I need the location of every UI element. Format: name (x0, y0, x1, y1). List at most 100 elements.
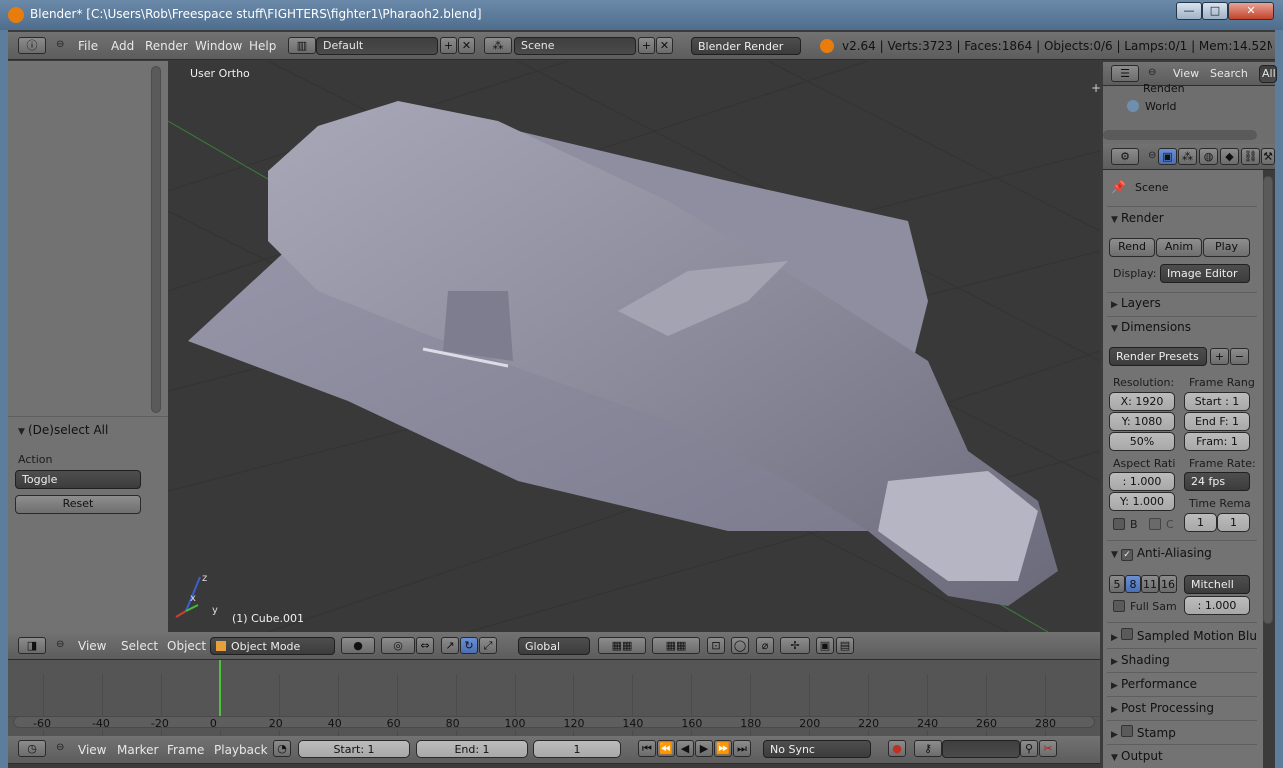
editor-type-properties-icon[interactable]: ⚙ (1111, 148, 1139, 165)
translate-icon[interactable]: ↗ (441, 637, 459, 654)
sync-select[interactable]: No Sync (763, 740, 871, 758)
aa-samples-11[interactable]: 11 (1141, 575, 1159, 593)
properties-scrollbar[interactable] (1263, 176, 1273, 624)
preview-range-icon[interactable]: ◔ (273, 740, 291, 757)
outliner-hscrollbar[interactable] (1103, 130, 1257, 140)
resolution-percentage-field[interactable]: 50% (1109, 432, 1175, 451)
animation-button[interactable]: Anim (1156, 238, 1202, 257)
render-anim-icon[interactable]: ▤ (836, 637, 854, 654)
close-button[interactable]: ✕ (1228, 2, 1274, 20)
collapse-icon[interactable]: ⊖ (56, 742, 64, 753)
current-frame-line[interactable] (218, 660, 221, 716)
toolshelf-scrollbar[interactable] (151, 66, 161, 413)
collapse-icon[interactable]: ⊖ (56, 39, 64, 50)
scale-icon[interactable]: ⤢ (479, 637, 497, 654)
viewport-plus-icon[interactable]: + (1091, 81, 1100, 95)
stamp-panel-header[interactable]: ▶ Stamp (1111, 725, 1176, 740)
outliner-filter-select[interactable]: All (1259, 65, 1277, 83)
scene-field[interactable]: Scene (514, 37, 636, 55)
time-remap-old-field[interactable]: 1 (1184, 513, 1217, 532)
layers-grid-2[interactable]: ▦▦ (652, 637, 700, 654)
maximize-button[interactable]: □ (1202, 2, 1228, 20)
performance-panel-header[interactable]: ▶ Performance (1111, 677, 1197, 691)
stamp-checkbox[interactable] (1121, 725, 1133, 737)
aa-samples-5[interactable]: 5 (1109, 575, 1125, 593)
aspect-x-field[interactable]: : 1.000 (1109, 472, 1175, 491)
delete-keyframe-icon[interactable]: ✂ (1039, 740, 1057, 757)
jump-start-icon[interactable]: ⏮ (638, 740, 656, 757)
play-button[interactable]: Play (1203, 238, 1250, 257)
3d-viewport[interactable]: + User Ortho (1) Cube.001 y x z (168, 61, 1100, 632)
menu-add[interactable]: Add (111, 32, 134, 60)
collapse-icon[interactable]: ⊖ (1148, 67, 1156, 78)
screen-layout-field[interactable]: Default (316, 37, 438, 55)
outliner-menu-view[interactable]: View (1173, 67, 1199, 80)
manipulator-icon[interactable]: ⇔ (416, 637, 434, 654)
next-keyframe-icon[interactable]: ⏩ (714, 740, 732, 757)
shading-panel-header[interactable]: ▶ Shading (1111, 653, 1170, 667)
timeline-area[interactable]: -60 -40 -20 0 20 40 60 80 100 120 140 160 180 200 220 2… (8, 660, 1100, 736)
aa-samples-16[interactable]: 16 (1159, 575, 1177, 593)
aspect-y-field[interactable]: Y: 1.000 (1109, 492, 1175, 511)
mode-select[interactable]: Object Mode (210, 637, 335, 655)
collapse-icon[interactable]: ⊖ (56, 639, 64, 650)
play-reverse-icon[interactable]: ◀ (676, 740, 694, 757)
prev-keyframe-icon[interactable]: ⏪ (657, 740, 675, 757)
scene-context-icon[interactable]: ⁂ (1178, 148, 1197, 165)
resolution-x-field[interactable]: X: 1920 (1109, 392, 1175, 411)
add-layout-icon[interactable]: + (440, 37, 457, 54)
rotate-icon[interactable]: ↻ (460, 637, 478, 654)
jump-end-icon[interactable]: ⏭ (733, 740, 751, 757)
remove-scene-icon[interactable]: ✕ (656, 37, 673, 54)
collapse-icon[interactable]: ⊖ (1148, 150, 1156, 161)
outliner-menu-search[interactable]: Search (1210, 67, 1248, 80)
add-scene-icon[interactable]: + (638, 37, 655, 54)
anti-aliasing-panel-header[interactable]: ▼ ✓ Anti-Aliasing (1111, 546, 1212, 561)
current-frame-field[interactable]: 1 (533, 740, 621, 758)
minimize-button[interactable]: — (1176, 2, 1202, 20)
editor-type-outliner-icon[interactable]: ☰ (1111, 65, 1139, 82)
shading-select-icon[interactable]: ● (341, 637, 375, 654)
render-context-icon[interactable]: ▣ (1158, 148, 1177, 165)
crop-checkbox[interactable] (1149, 518, 1161, 530)
post-processing-panel-header[interactable]: ▶ Post Processing (1111, 701, 1214, 715)
menu-window[interactable]: Window (195, 32, 242, 60)
start-frame-field[interactable]: Start: 1 (298, 740, 410, 758)
frame-step-field[interactable]: Fram: 1 (1184, 432, 1250, 451)
outliner-item[interactable]: Renden (1143, 82, 1185, 95)
frame-end-field[interactable]: End F: 1 (1184, 412, 1250, 431)
motion-blur-checkbox[interactable] (1121, 628, 1133, 640)
editor-type-3dview-icon[interactable]: ◨ (18, 637, 46, 654)
anti-aliasing-checkbox[interactable]: ✓ (1121, 549, 1133, 561)
menu-select[interactable]: Select (121, 632, 158, 660)
menu-frame[interactable]: Frame (167, 736, 204, 764)
render-panel-header[interactable]: ▼ Render (1111, 211, 1164, 225)
aa-samples-8[interactable]: 8 (1125, 575, 1141, 593)
record-icon[interactable]: ● (888, 740, 906, 757)
menu-file[interactable]: File (78, 32, 98, 60)
object-context-icon[interactable]: ◆ (1220, 148, 1239, 165)
full-sample-checkbox[interactable] (1113, 600, 1125, 612)
scene-icon[interactable]: ⁂ (484, 37, 512, 54)
constraint-context-icon[interactable]: ⛓ (1241, 148, 1260, 165)
operator-panel-header[interactable]: ▼ (De)select All (18, 423, 108, 437)
menu-playback[interactable]: Playback (214, 736, 268, 764)
frame-start-field[interactable]: Start : 1 (1184, 392, 1250, 411)
aa-filter-select[interactable]: Mitchell (1184, 575, 1250, 594)
pin-icon[interactable]: 📌 (1111, 180, 1126, 194)
editor-type-timeline-icon[interactable]: ◷ (18, 740, 46, 757)
keying-set-icon[interactable]: ⚷ (914, 740, 942, 757)
resolution-y-field[interactable]: Y: 1080 (1109, 412, 1175, 431)
snap-icon[interactable]: ⌀ (756, 637, 774, 654)
keying-set-field[interactable] (942, 740, 1020, 758)
display-select[interactable]: Image Editor (1160, 264, 1250, 283)
pivot-icon[interactable]: ◎ (381, 637, 415, 654)
menu-view[interactable]: View (78, 632, 106, 660)
editor-type-info-icon[interactable]: ⓘ (18, 37, 46, 54)
outliner-item[interactable]: World (1145, 100, 1177, 113)
render-button[interactable]: Rend (1109, 238, 1155, 257)
motion-blur-panel-header[interactable]: ▶ Sampled Motion Blu (1111, 628, 1257, 643)
render-engine-select[interactable]: Blender Render (691, 37, 801, 55)
filter-size-field[interactable]: : 1.000 (1184, 596, 1250, 615)
modifier-context-icon[interactable]: ⚒ (1261, 148, 1275, 165)
